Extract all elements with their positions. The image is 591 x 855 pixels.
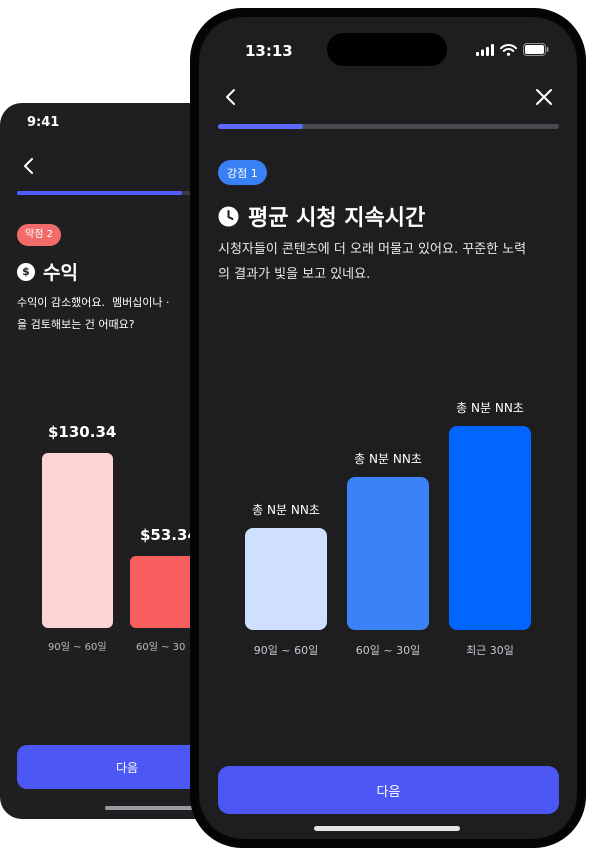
status-time: 13:13 (245, 42, 293, 60)
page-title: $ 수익 (17, 258, 78, 285)
chart-bar (449, 426, 531, 630)
category-label: 최근 30일 (466, 644, 514, 657)
home-indicator (314, 826, 460, 831)
progress-bar (218, 124, 559, 129)
dollar-circle-icon: $ (17, 262, 35, 281)
next-button[interactable]: 다음 (17, 745, 200, 789)
description-text: 시청자들이 콘텐츠에 더 오래 머물고 있어요. 꾸준한 노력 의 결과가 빛을… (218, 242, 527, 282)
wifi-icon (500, 43, 517, 56)
back-arrow-icon[interactable] (20, 155, 38, 177)
description-text: 수익이 감소했어요. 멤버십이나 · 을 검토해보는 건 어때요? (17, 296, 170, 331)
dynamic-island (327, 33, 447, 66)
next-button[interactable]: 다음 (218, 766, 559, 814)
status-time: 9:41 (27, 115, 60, 130)
back-arrow-icon[interactable] (220, 86, 242, 108)
home-indicator (105, 806, 200, 810)
category-label: 90일 ~ 60일 (48, 642, 107, 653)
bar-value-label: 총 N분 NN초 (456, 401, 524, 415)
progress-fill (218, 124, 304, 129)
bar-value-label: 총 N분 NN초 (252, 503, 320, 517)
bar-value-label: 총 N분 NN초 (354, 452, 422, 466)
back-phone-screen: 9:41 약점 2 $ 수익 수익이 감소했어요. 멤버십이나 · 을 검토해보… (0, 103, 200, 819)
battery-icon (523, 43, 549, 56)
page-title: 평균 시청 지속시간 (218, 200, 425, 232)
weakness-badge: 약점 2 (17, 224, 61, 246)
bar-value-label: $130.34 (48, 423, 117, 441)
signal-icon (476, 43, 494, 56)
category-label: 60일 ~ 30 (136, 642, 186, 653)
chart-bar (347, 477, 429, 630)
page-title-text: 평균 시청 지속시간 (248, 206, 426, 231)
progress-bar (17, 191, 200, 195)
front-phone-screen: 13:13 강점 1 평균 시청 지속시간 시청자들이 콘텐츠에 더 오래 머물… (199, 17, 577, 839)
strength-badge: 강점 1 (218, 160, 267, 185)
front-phone-frame: 13:13 강점 1 평균 시청 지속시간 시청자들이 콘텐츠에 더 오래 머물… (190, 8, 586, 848)
progress-fill (17, 191, 182, 195)
page-title-text: 수익 (43, 262, 78, 284)
status-icons (476, 43, 549, 56)
chart-bar (245, 528, 327, 630)
clock-icon (218, 206, 239, 226)
chart-bar (42, 453, 113, 628)
close-icon[interactable] (533, 86, 555, 108)
